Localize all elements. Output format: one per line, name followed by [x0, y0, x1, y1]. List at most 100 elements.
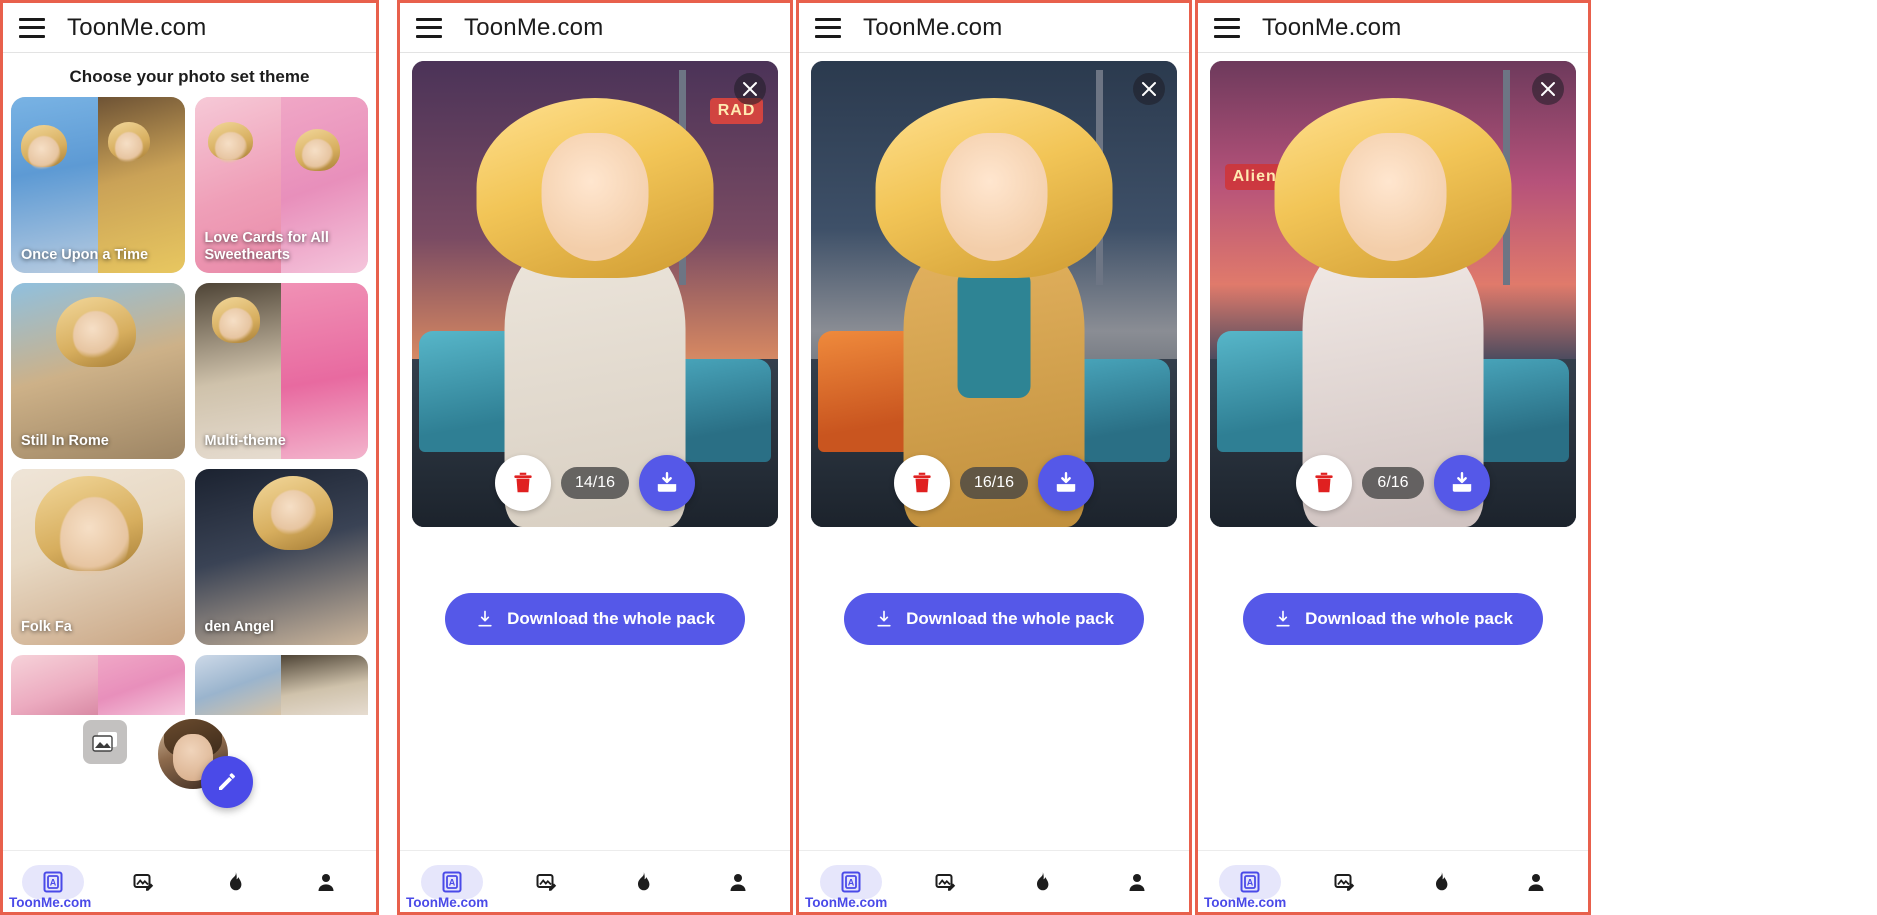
- screenshot-strip: ToonMe.com Choose your photo set theme O…: [0, 0, 1877, 915]
- app-bar: ToonMe.com: [400, 3, 790, 53]
- download-whole-pack-label: Download the whole pack: [507, 609, 715, 628]
- theme-card-still-in-rome[interactable]: Still In Rome: [11, 283, 185, 459]
- close-button[interactable]: [1133, 73, 1165, 105]
- person-icon: [1528, 873, 1544, 891]
- trash-icon: [1315, 472, 1333, 493]
- result-body: Alien 6/16 Download the whole pack: [1198, 53, 1588, 850]
- edit-photo-icon: [935, 873, 956, 891]
- edit-photo-icon: [536, 873, 557, 891]
- menu-icon[interactable]: [416, 17, 442, 38]
- app-title: ToonMe.com: [1262, 13, 1402, 41]
- sidebar-item-profile[interactable]: [707, 865, 769, 899]
- sidebar-item-profile[interactable]: [1505, 865, 1567, 899]
- theme-card-once-upon-a-time[interactable]: Once Upon a Time: [11, 97, 185, 273]
- delete-button[interactable]: [1296, 455, 1352, 511]
- theme-card-golden-angel[interactable]: den Angel: [194, 469, 368, 645]
- sidebar-item-trending[interactable]: [204, 865, 266, 899]
- panel-theme-chooser: ToonMe.com Choose your photo set theme O…: [0, 0, 379, 915]
- sidebar-item-edit-photo[interactable]: [113, 865, 175, 899]
- image-counter: 16/16: [959, 467, 1029, 499]
- sidebar-item-trending[interactable]: [1011, 865, 1073, 899]
- sidebar-item-profile[interactable]: [295, 865, 357, 899]
- menu-icon[interactable]: [815, 17, 841, 38]
- close-button[interactable]: [734, 73, 766, 105]
- sidebar-item-trending[interactable]: [612, 865, 674, 899]
- image-counter: 6/16: [1362, 467, 1424, 499]
- photo-library-icon[interactable]: [83, 720, 127, 764]
- svg-text:A: A: [449, 877, 456, 887]
- photo-frame-icon: A: [43, 871, 63, 892]
- brand-footer-link[interactable]: ToonMe.com: [9, 895, 91, 910]
- result-body: RAD 14/16 Download the whole pack: [400, 53, 790, 850]
- edit-photo-icon: [133, 873, 154, 891]
- person-icon: [318, 873, 334, 891]
- pencil-icon: [219, 773, 235, 790]
- close-button[interactable]: [1532, 73, 1564, 105]
- theme-grid: Once Upon a Time Love Cards for All Swee…: [3, 97, 376, 645]
- download-whole-pack-button[interactable]: Download the whole pack: [445, 593, 745, 645]
- download-circle-icon: [1452, 472, 1472, 492]
- sidebar-item-photo-frame[interactable]: A: [1218, 864, 1281, 899]
- theme-label: Love Cards for All Sweethearts: [204, 230, 329, 264]
- theme-card-multi-theme[interactable]: Multi-theme: [194, 283, 368, 459]
- result-body: 16/16 Download the whole pack: [799, 53, 1189, 850]
- bottom-navigation: A ToonMe.com: [3, 850, 376, 912]
- close-icon: [1142, 82, 1156, 96]
- theme-card-partial[interactable]: [194, 655, 368, 715]
- theme-card-love-cards[interactable]: Love Cards for All Sweethearts: [194, 97, 368, 273]
- theme-label: den Angel: [204, 619, 275, 636]
- menu-icon[interactable]: [19, 17, 45, 38]
- result-controls: 6/16: [1210, 455, 1576, 511]
- app-bar: ToonMe.com: [1198, 3, 1588, 53]
- app-title: ToonMe.com: [863, 13, 1003, 41]
- sidebar-item-edit-photo[interactable]: [915, 865, 977, 899]
- flame-icon: [1036, 871, 1049, 890]
- save-image-button[interactable]: [639, 455, 696, 511]
- trash-icon: [514, 472, 532, 493]
- edit-photo-icon: [1334, 873, 1355, 891]
- sidebar-item-edit-photo[interactable]: [1314, 865, 1376, 899]
- download-whole-pack-button[interactable]: Download the whole pack: [844, 593, 1144, 645]
- result-controls: 16/16: [811, 455, 1177, 511]
- download-icon: [874, 609, 894, 629]
- edit-fab-button[interactable]: [201, 756, 253, 808]
- delete-button[interactable]: [494, 455, 551, 511]
- sidebar-item-edit-photo[interactable]: [516, 865, 578, 899]
- flame-icon: [230, 871, 242, 890]
- app-title: ToonMe.com: [67, 13, 207, 41]
- app-bar: ToonMe.com: [3, 3, 376, 53]
- theme-card-folk-fashion[interactable]: Folk Fa: [11, 469, 185, 645]
- sidebar-item-photo-frame[interactable]: A: [819, 864, 882, 899]
- photo-frame-icon: A: [1240, 871, 1260, 892]
- result-controls: 14/16: [412, 455, 778, 511]
- svg-text:A: A: [848, 877, 855, 887]
- download-whole-pack-label: Download the whole pack: [906, 609, 1114, 628]
- brand-footer-link[interactable]: ToonMe.com: [406, 895, 488, 910]
- theme-card-partial[interactable]: [11, 655, 185, 715]
- menu-icon[interactable]: [1214, 17, 1240, 38]
- sidebar-item-profile[interactable]: [1106, 865, 1168, 899]
- save-image-button[interactable]: [1038, 455, 1095, 511]
- download-whole-pack-label: Download the whole pack: [1305, 609, 1513, 628]
- bottom-navigation: A ToonMe.com: [400, 850, 790, 912]
- panel-result-2: ToonMe.com 16/16 Download the whole pack…: [796, 0, 1192, 915]
- sidebar-item-photo-frame[interactable]: A: [420, 864, 483, 899]
- result-image-card: RAD 14/16: [412, 61, 778, 527]
- theme-label: Folk Fa: [21, 619, 72, 636]
- sidebar-item-trending[interactable]: [1410, 865, 1472, 899]
- brand-footer-link[interactable]: ToonMe.com: [1204, 895, 1286, 910]
- delete-button[interactable]: [893, 455, 950, 511]
- panel-result-3: ToonMe.com Alien 6/16 Download the whole…: [1195, 0, 1591, 915]
- save-image-button[interactable]: [1434, 455, 1490, 511]
- theme-chooser-body: Choose your photo set theme Once Upon a …: [3, 53, 376, 850]
- download-circle-icon: [657, 472, 677, 492]
- trash-icon: [913, 472, 931, 493]
- download-whole-pack-button[interactable]: Download the whole pack: [1243, 593, 1543, 645]
- brand-footer-link[interactable]: ToonMe.com: [805, 895, 887, 910]
- download-icon: [1273, 609, 1293, 629]
- result-image-card: 16/16: [811, 61, 1177, 527]
- sidebar-item-photo-frame[interactable]: A: [21, 864, 84, 899]
- image-counter: 14/16: [560, 467, 630, 499]
- theme-label: Once Upon a Time: [21, 247, 149, 264]
- flame-icon: [1435, 871, 1448, 890]
